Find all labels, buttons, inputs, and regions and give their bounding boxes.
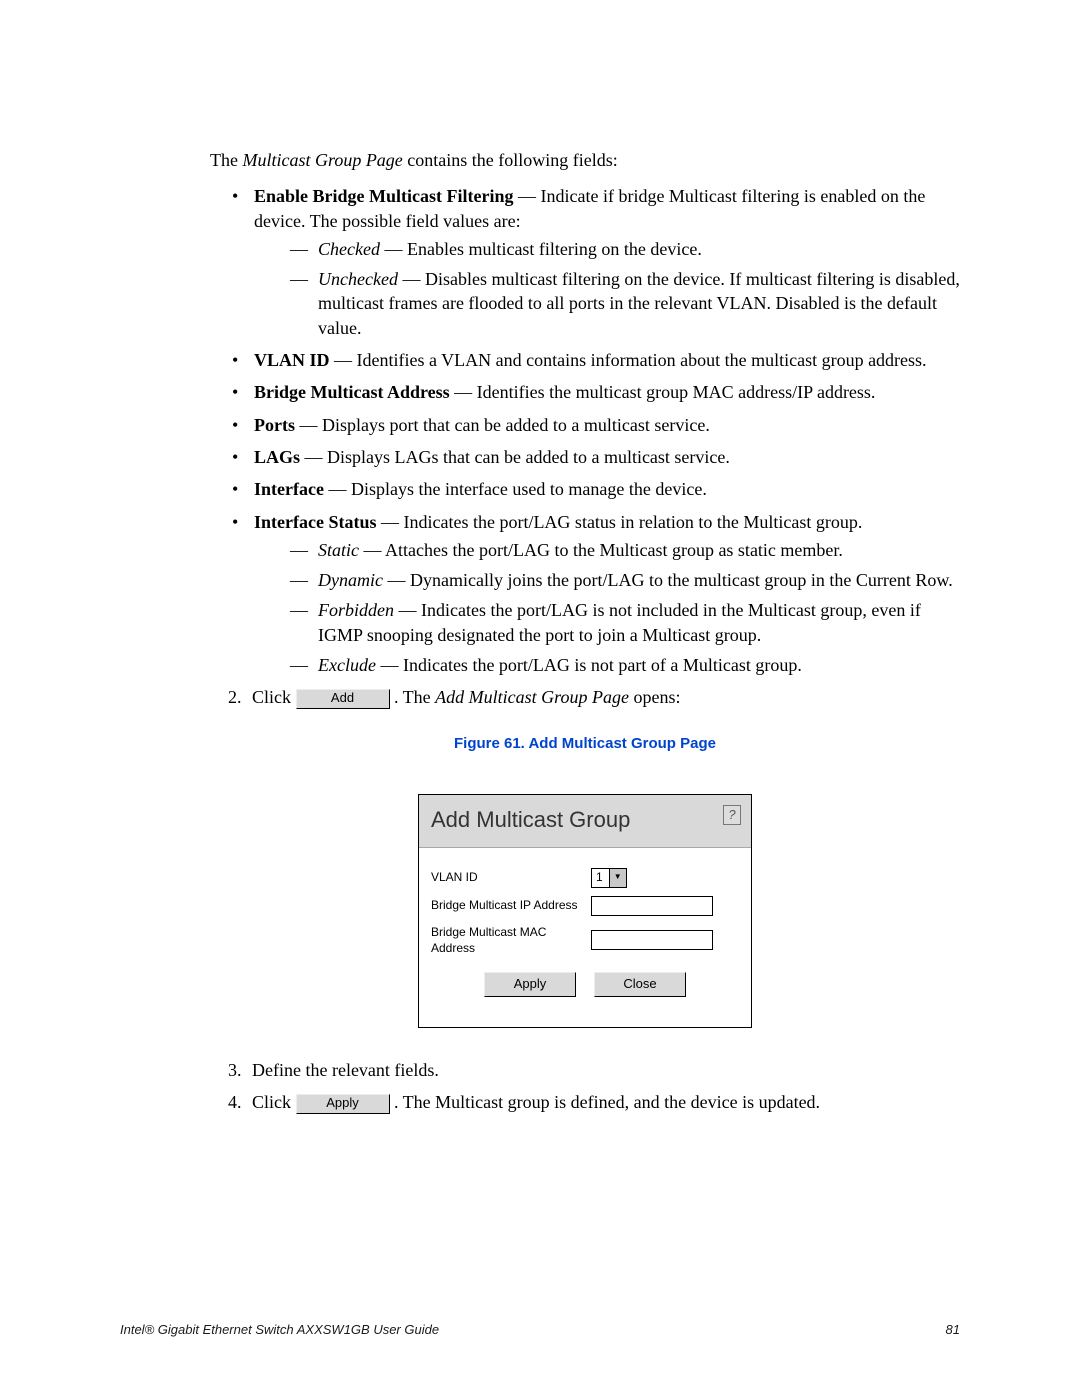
value-name: Forbidden [318,600,394,620]
field-interface: Interface — Displays the interface used … [238,477,960,501]
value-unchecked: Unchecked — Disables multicast filtering… [290,267,960,340]
field-name: Bridge Multicast Address [254,382,450,402]
add-button[interactable]: Add [296,689,390,709]
figure-caption: Figure 61. Add Multicast Group Page [210,734,960,754]
mac-address-input[interactable] [591,930,713,950]
page-name: Multicast Group Page [242,150,402,170]
values-list: Checked — Enables multicast filtering on… [254,237,960,340]
field-name: LAGs [254,447,300,467]
chevron-down-icon: ▼ [609,869,626,887]
add-multicast-group-dialog: Add Multicast Group ? VLAN ID 1 ▼ Bridge… [418,794,752,1028]
vlan-id-select[interactable]: 1 ▼ [591,868,627,888]
status-forbidden: Forbidden — Indicates the port/LAG is no… [290,598,960,647]
ip-address-input[interactable] [591,896,713,916]
field-desc: — Displays LAGs that can be added to a m… [300,447,730,467]
field-interface-status: Interface Status — Indicates the port/LA… [238,510,960,678]
dialog-body: VLAN ID 1 ▼ Bridge Multicast IP Address … [419,848,751,1027]
field-desc: — Identifies the multicast group MAC add… [450,382,876,402]
step-2: 2. Click Add . The Add Multicast Group P… [230,685,960,709]
text: . The [394,687,435,707]
status-exclude: Exclude — Indicates the port/LAG is not … [290,653,960,677]
text: opens: [629,687,681,707]
value-name: Checked [318,239,380,259]
value-desc: — Dynamically joins the port/LAG to the … [383,570,953,590]
value-desc: — Disables multicast filtering on the de… [318,269,960,338]
value-name: Unchecked [318,269,398,289]
help-icon[interactable]: ? [723,805,741,825]
text: The [210,150,242,170]
page-name: Add Multicast Group Page [435,687,629,707]
steps-list-continued: 3. Define the relevant fields. 4. Click … [210,1058,960,1115]
value-desc: — Enables multicast filtering on the dev… [380,239,702,259]
field-bridge-mac: Bridge Multicast Address — Identifies th… [238,380,960,404]
status-dynamic: Dynamic — Dynamically joins the port/LAG… [290,568,960,592]
text: Click [252,1092,296,1112]
label-mac-address: Bridge Multicast MAC Address [431,924,591,956]
step-4: 4. Click Apply . The Multicast group is … [230,1090,960,1114]
field-desc: — Displays the interface used to manage … [324,479,707,499]
field-name: Enable Bridge Multicast Filtering [254,186,513,206]
text: . The Multicast group is defined, and th… [394,1092,820,1112]
text: Define the relevant fields. [252,1060,439,1080]
apply-button[interactable]: Apply [484,972,576,997]
row-ip-address: Bridge Multicast IP Address [431,896,739,916]
value-desc: — Indicates the port/LAG is not included… [318,600,921,644]
page-number: 81 [946,1321,960,1339]
field-enable-filtering: Enable Bridge Multicast Filtering — Indi… [238,184,960,340]
field-vlan-id: VLAN ID — Identifies a VLAN and contains… [238,348,960,372]
value-desc: — Indicates the port/LAG is not part of … [376,655,802,675]
document-page: The Multicast Group Page contains the fo… [0,0,1080,1114]
text: Click [252,687,296,707]
dialog-buttons: Apply Close [431,964,739,1017]
value-name: Exclude [318,655,376,675]
vlan-id-value: 1 [592,869,609,887]
label-ip-address: Bridge Multicast IP Address [431,897,591,913]
step-number: 4. [228,1090,242,1114]
step-3: 3. Define the relevant fields. [230,1058,960,1082]
row-vlan-id: VLAN ID 1 ▼ [431,868,739,888]
field-lags: LAGs — Displays LAGs that can be added t… [238,445,960,469]
value-name: Static [318,540,359,560]
field-desc: — Indicates the port/LAG status in relat… [376,512,862,532]
field-name: Interface Status [254,512,376,532]
field-ports: Ports — Displays port that can be added … [238,413,960,437]
fields-list: Enable Bridge Multicast Filtering — Indi… [210,184,960,677]
label-vlan-id: VLAN ID [431,869,591,885]
field-desc: — Displays port that can be added to a m… [295,415,710,435]
status-values-list: Static — Attaches the port/LAG to the Mu… [254,538,960,677]
step-number: 2. [228,685,242,709]
field-name: Ports [254,415,295,435]
intro-paragraph: The Multicast Group Page contains the fo… [210,148,960,172]
field-name: Interface [254,479,324,499]
dialog-titlebar: Add Multicast Group ? [419,795,751,848]
dialog-title: Add Multicast Group [431,805,630,835]
footer-title: Intel® Gigabit Ethernet Switch AXXSW1GB … [120,1321,439,1339]
step-number: 3. [228,1058,242,1082]
text: contains the following fields: [403,150,618,170]
steps-list: 2. Click Add . The Add Multicast Group P… [210,685,960,709]
row-mac-address: Bridge Multicast MAC Address [431,924,739,956]
field-name: VLAN ID [254,350,330,370]
page-footer: Intel® Gigabit Ethernet Switch AXXSW1GB … [120,1321,960,1339]
value-name: Dynamic [318,570,383,590]
close-button[interactable]: Close [594,972,686,997]
value-desc: — Attaches the port/LAG to the Multicast… [359,540,843,560]
apply-button-inline[interactable]: Apply [296,1094,390,1114]
value-checked: Checked — Enables multicast filtering on… [290,237,960,261]
status-static: Static — Attaches the port/LAG to the Mu… [290,538,960,562]
field-desc: — Identifies a VLAN and contains informa… [330,350,927,370]
